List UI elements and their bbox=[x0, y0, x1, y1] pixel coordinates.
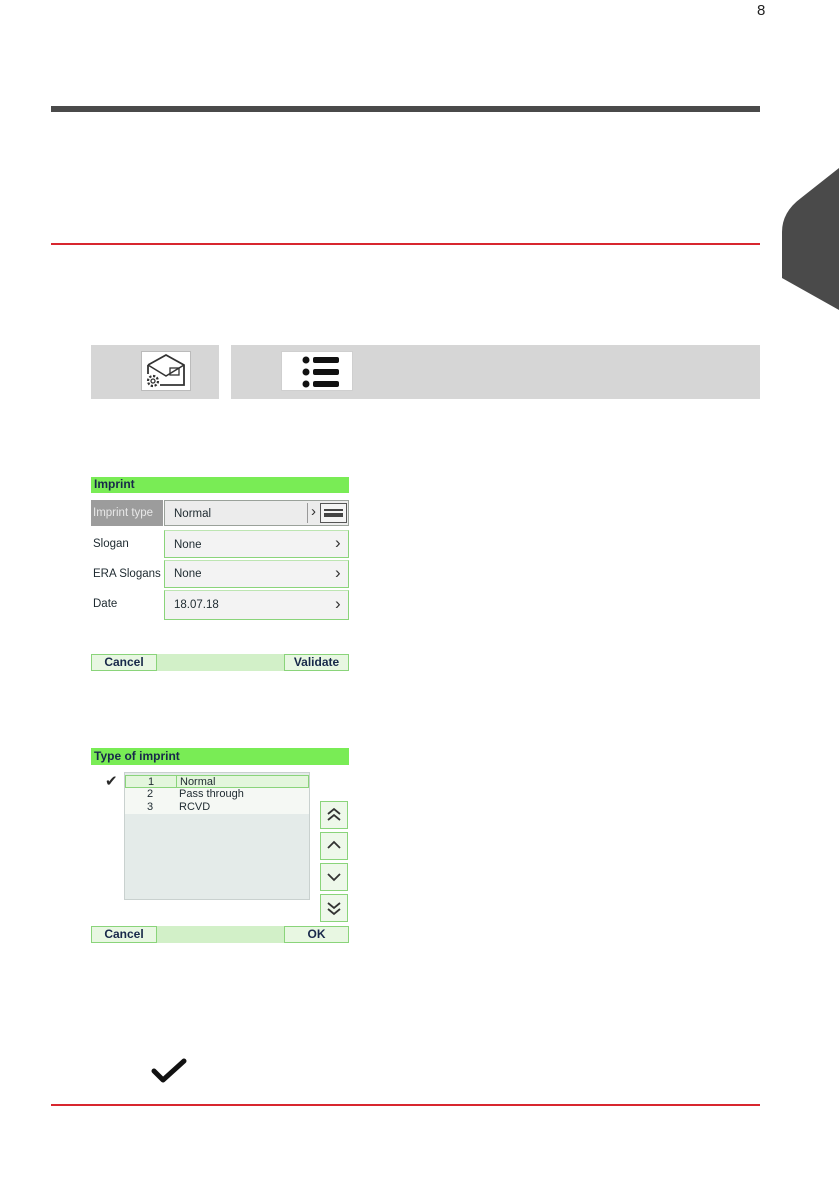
scroll-up-button[interactable] bbox=[320, 832, 348, 860]
cancel-button[interactable]: Cancel bbox=[91, 926, 157, 943]
path-cell-home bbox=[91, 345, 219, 399]
imprint-type-list[interactable]: 1 Normal 2 Pass through 3 RCVD bbox=[124, 772, 310, 900]
list-item[interactable]: 2 Pass through bbox=[125, 788, 309, 801]
imprint-type-label-cell: Imprint type bbox=[91, 500, 163, 526]
double-chevron-up-icon bbox=[327, 807, 341, 821]
chevron-right-icon: › bbox=[335, 533, 341, 552]
list-item-number: 2 bbox=[146, 788, 154, 800]
mail-settings-icon bbox=[146, 353, 185, 388]
era-slogans-field[interactable]: None › bbox=[164, 560, 349, 588]
scroll-bottom-button[interactable] bbox=[320, 894, 348, 922]
field-divider bbox=[307, 503, 308, 523]
list-item-label: RCVD bbox=[179, 801, 211, 813]
checkmark-icon bbox=[151, 1058, 187, 1083]
chevron-down-icon bbox=[327, 873, 341, 882]
section-rule-bottom bbox=[51, 1104, 760, 1106]
list-menu-icon bbox=[302, 356, 339, 388]
path-cell-menu bbox=[231, 345, 760, 399]
home-icon-box[interactable] bbox=[141, 351, 191, 391]
list-item[interactable]: 1 Normal bbox=[125, 775, 309, 788]
era-slogans-value: None bbox=[174, 568, 202, 580]
list-toggle-icon-bar bbox=[324, 513, 343, 517]
validate-button[interactable]: Validate bbox=[284, 654, 349, 671]
imprint-type-label: Imprint type bbox=[93, 507, 154, 519]
era-slogans-label: ERA Slogans bbox=[93, 568, 161, 580]
cancel-button[interactable]: Cancel bbox=[91, 654, 157, 671]
top-rule bbox=[51, 106, 760, 112]
list-item-separator bbox=[176, 776, 177, 787]
double-chevron-down-icon bbox=[327, 902, 341, 916]
imprint-type-value: Normal bbox=[174, 508, 212, 520]
list-item-number: 3 bbox=[146, 801, 154, 813]
scroll-top-button[interactable] bbox=[320, 801, 348, 829]
slogan-label: Slogan bbox=[93, 538, 129, 550]
imprint-type-field[interactable]: Normal › bbox=[164, 500, 349, 526]
chevron-right-icon: › bbox=[335, 563, 341, 582]
list-item[interactable]: 3 RCVD bbox=[125, 801, 309, 814]
imprint-screen-title: Imprint bbox=[91, 477, 349, 493]
slogan-value: None bbox=[174, 539, 202, 551]
ok-button[interactable]: OK bbox=[284, 926, 349, 943]
slogan-field[interactable]: None › bbox=[164, 530, 349, 558]
chapter-side-tab bbox=[782, 168, 839, 310]
scroll-down-button[interactable] bbox=[320, 863, 348, 891]
date-field[interactable]: 18.07.18 › bbox=[164, 590, 349, 620]
menu-icon-box[interactable] bbox=[281, 351, 353, 391]
chevron-right-icon: › bbox=[335, 594, 341, 613]
imprint-screen: Imprint Imprint type Normal › Slogan Non… bbox=[91, 477, 349, 672]
date-label: Date bbox=[93, 598, 118, 610]
selected-check-icon: ✔ bbox=[105, 773, 118, 790]
section-rule-top bbox=[51, 243, 760, 245]
date-value: 18.07.18 bbox=[174, 599, 219, 611]
type-screen-title: Type of imprint bbox=[91, 748, 349, 765]
chevron-right-icon: › bbox=[311, 503, 316, 520]
page-number: 8 bbox=[757, 2, 766, 19]
list-toggle-icon bbox=[324, 509, 343, 511]
type-of-imprint-screen: Type of imprint ✔ 1 Normal 2 Pass throug… bbox=[91, 748, 349, 943]
list-item-label: Pass through bbox=[179, 788, 244, 800]
list-toggle-button[interactable] bbox=[320, 503, 347, 523]
chevron-up-icon bbox=[327, 840, 341, 849]
